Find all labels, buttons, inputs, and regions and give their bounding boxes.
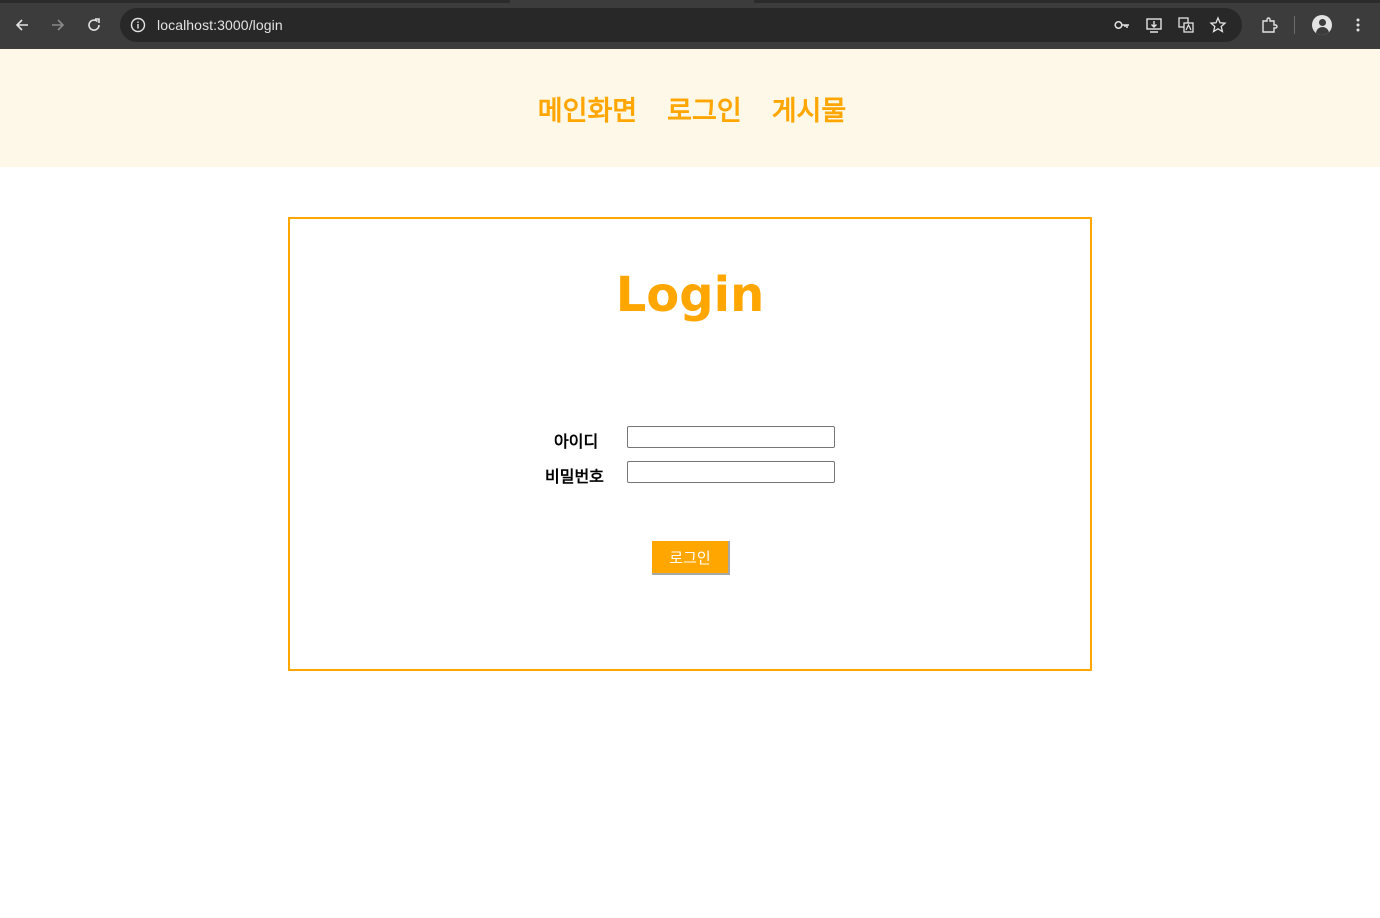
menu-button[interactable] xyxy=(1345,12,1371,38)
more-vert-icon xyxy=(1356,18,1360,32)
arrow-left-icon xyxy=(15,19,28,31)
active-tab-hint xyxy=(510,0,754,3)
translate-icon[interactable] xyxy=(1177,16,1195,34)
profile-icon[interactable] xyxy=(1312,15,1332,35)
password-label: 비밀번호 xyxy=(545,467,604,486)
url-text[interactable]: localhost:3000/login xyxy=(157,8,283,42)
extensions-button[interactable] xyxy=(1256,12,1282,38)
login-submit-button[interactable]: 로그인 xyxy=(652,541,730,575)
toolbar-separator xyxy=(1294,16,1295,34)
address-bar[interactable]: localhost:3000/login xyxy=(120,8,1242,42)
id-label: 아이디 xyxy=(554,432,599,451)
info-icon[interactable] xyxy=(129,16,147,34)
top-navigation: 메인화면 로그인 게시물 xyxy=(0,49,1380,167)
login-title: Login xyxy=(615,267,765,323)
password-input[interactable] xyxy=(627,461,835,483)
forward-button[interactable] xyxy=(45,12,71,38)
login-form-container: Login 아이디 비밀번호 로그인 xyxy=(288,217,1092,671)
reload-icon xyxy=(88,18,100,31)
key-icon[interactable] xyxy=(1113,16,1131,34)
star-icon[interactable] xyxy=(1209,16,1227,34)
back-button[interactable] xyxy=(9,12,35,38)
nav-link-main[interactable]: 메인화면 xyxy=(538,89,637,128)
arrow-right-icon xyxy=(52,19,65,31)
browser-toolbar: localhost:3000/login xyxy=(0,0,1380,49)
puzzle-icon xyxy=(1262,17,1278,33)
nav-link-login[interactable]: 로그인 xyxy=(667,89,742,128)
reload-button[interactable] xyxy=(81,12,107,38)
id-input[interactable] xyxy=(627,426,835,448)
install-app-icon[interactable] xyxy=(1145,16,1163,34)
nav-link-posts[interactable]: 게시물 xyxy=(772,89,847,128)
